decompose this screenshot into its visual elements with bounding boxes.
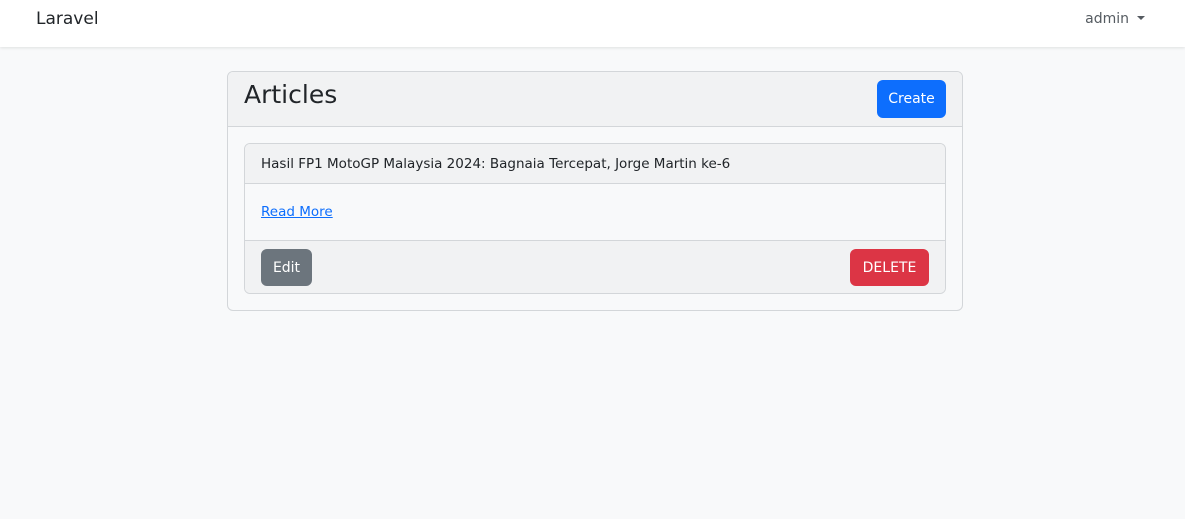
delete-button[interactable]: DELETE [850, 249, 929, 286]
page-title: Articles [244, 80, 338, 109]
user-menu-label: admin [1085, 11, 1129, 27]
article-title: Hasil FP1 MotoGP Malaysia 2024: Bagnaia … [261, 156, 731, 172]
brand-link[interactable]: Laravel [36, 8, 99, 30]
create-button[interactable]: Create [877, 80, 946, 118]
navbar: Laravel admin [0, 0, 1185, 47]
article-header: Hasil FP1 MotoGP Malaysia 2024: Bagnaia … [245, 144, 945, 184]
article-body: Read More [245, 184, 945, 240]
caret-down-icon [1137, 16, 1145, 20]
article-card: Hasil FP1 MotoGP Malaysia 2024: Bagnaia … [244, 143, 946, 294]
read-more-link[interactable]: Read More [261, 203, 333, 221]
article-footer: Edit DELETE [245, 240, 945, 293]
user-menu-dropdown[interactable]: admin [1085, 10, 1145, 28]
articles-card-header: Articles Create [228, 72, 962, 127]
articles-card: Articles Create Hasil FP1 MotoGP Malaysi… [227, 71, 963, 311]
edit-button[interactable]: Edit [261, 249, 312, 286]
